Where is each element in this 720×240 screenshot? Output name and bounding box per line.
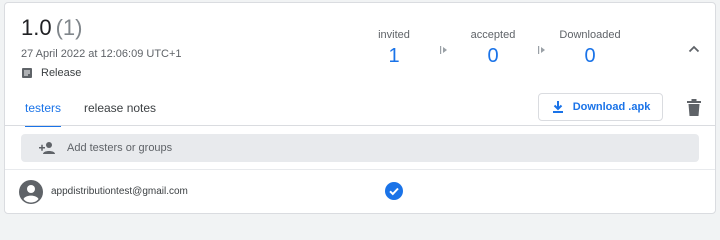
stat-accepted-value: 0: [487, 45, 499, 67]
person-add-icon: [39, 141, 55, 155]
release-version: 1.0 (1): [21, 15, 82, 41]
notes-icon: [21, 67, 33, 79]
stat-invited-label: invited: [378, 29, 410, 41]
release-type-label: Release: [41, 67, 82, 79]
download-apk-button[interactable]: Download .apk: [538, 93, 663, 121]
list-divider: [5, 169, 715, 170]
stat-accepted: accepted 0: [463, 29, 523, 68]
stat-invited: invited 1: [367, 29, 421, 68]
tab-divider: [5, 125, 715, 126]
version-count: (1): [55, 15, 83, 40]
funnel-arrow-icon: [538, 42, 546, 54]
chevron-up-icon[interactable]: [684, 39, 704, 59]
version-number: 1.0: [21, 15, 52, 40]
check-circle-icon: [385, 182, 403, 200]
tab-testers[interactable]: testers: [25, 101, 62, 127]
release-card: 1.0 (1) 27 April 2022 at 12:06:09 UTC+1 R…: [4, 2, 716, 214]
add-testers-input[interactable]: Add testers or groups: [21, 134, 699, 162]
stat-downloaded-value: 0: [584, 45, 596, 67]
trash-icon[interactable]: [686, 99, 702, 117]
download-apk-label: Download .apk: [572, 101, 651, 113]
funnel-arrow-icon: [440, 42, 448, 54]
release-date: 27 April 2022 at 12:06:09 UTC+1: [21, 48, 182, 60]
download-icon: [551, 100, 565, 114]
stat-invited-value: 1: [388, 45, 400, 67]
account-circle-icon: [19, 180, 43, 204]
release-type: Release: [21, 67, 81, 79]
tester-email: appdistributiontest@gmail.com: [51, 186, 188, 197]
stat-accepted-label: accepted: [470, 29, 516, 41]
tab-release-notes[interactable]: release notes: [84, 101, 156, 125]
add-testers-placeholder: Add testers or groups: [67, 142, 173, 154]
stat-downloaded-label: Downloaded: [559, 29, 621, 41]
stat-downloaded: Downloaded 0: [552, 29, 628, 68]
